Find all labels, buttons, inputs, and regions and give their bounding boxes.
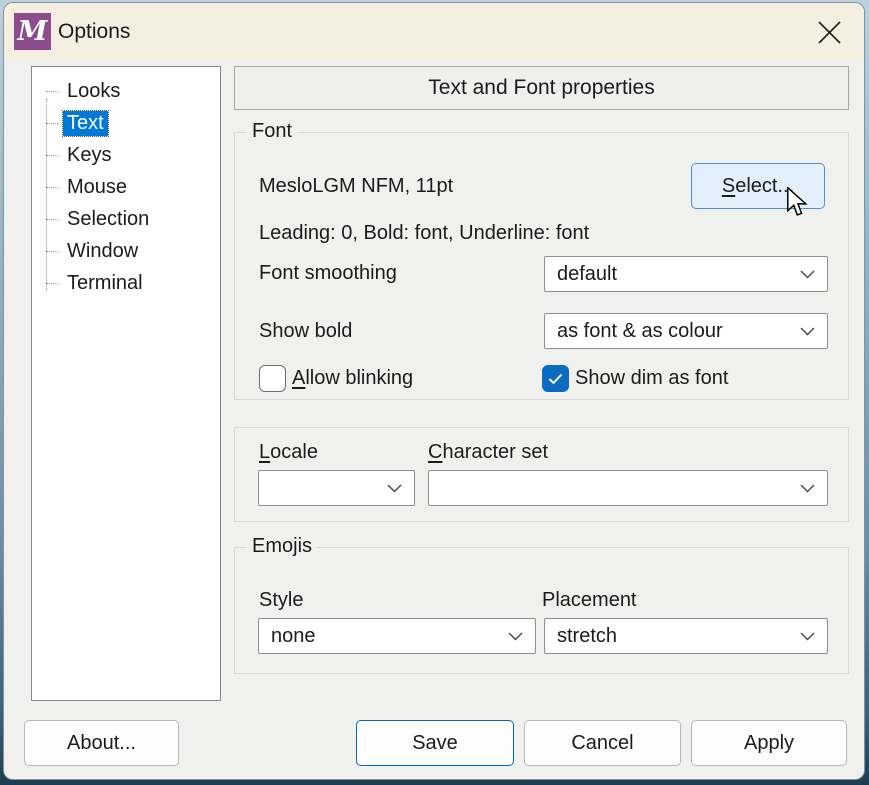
save-button[interactable]: Save [356,720,514,766]
pane-header: Text and Font properties [234,66,849,110]
close-button[interactable] [812,15,846,49]
dialog-body: Looks Text Keys Mouse Selection [4,60,864,779]
show-dim-row: Show dim as font [542,365,728,392]
font-select-button[interactable]: Select... [691,163,825,209]
apply-button[interactable]: Apply [691,720,847,766]
show-bold-select[interactable]: as font & as colour [544,313,828,349]
font-details-text: Leading: 0, Bold: font, Underline: font [259,222,589,245]
allow-blinking-label[interactable]: Allow blinking [292,367,413,390]
sidebar-item-mouse[interactable]: Mouse [32,171,220,203]
cancel-button[interactable]: Cancel [524,720,681,766]
show-dim-label[interactable]: Show dim as font [575,367,728,390]
chevron-down-icon [800,270,815,279]
sidebar-item-terminal[interactable]: Terminal [32,267,220,299]
sidebar-item-looks[interactable]: Looks [32,75,220,107]
tree-twig [46,91,58,92]
sidebar-item-text[interactable]: Text [32,107,220,139]
settings-panel: Text and Font properties Font MesloLGM N… [234,60,849,780]
locale-label: Locale [259,441,318,464]
tree-twig [46,251,58,252]
title-bar: M Options [4,3,864,60]
close-icon [818,21,841,44]
window-title: Options [58,20,130,44]
emoji-placement-select[interactable]: stretch [544,618,828,654]
emoji-placement-label: Placement [542,589,637,612]
font-smoothing-label: Font smoothing [259,262,397,285]
font-smoothing-select[interactable]: default [544,256,828,292]
sidebar-item-selection[interactable]: Selection [32,203,220,235]
emoji-group-legend: Emojis [247,535,317,558]
tree-twig [46,123,58,124]
font-group-legend: Font [247,120,297,143]
tree-twig [46,155,58,156]
allow-blinking-checkbox[interactable] [259,365,286,392]
mintty-logo-icon: M [14,13,51,50]
show-dim-checkbox[interactable] [542,365,569,392]
category-tree: Looks Text Keys Mouse Selection [31,66,221,701]
tree-twig [46,283,58,284]
options-dialog: M Options Looks Text [3,2,865,780]
chevron-down-icon [387,484,402,493]
charset-label: Character set [428,441,548,464]
locale-select[interactable] [258,470,415,506]
chevron-down-icon [800,484,815,493]
emoji-style-label: Style [259,589,303,612]
tree-line [46,99,47,291]
pane-title: Text and Font properties [428,76,654,100]
check-icon [548,373,563,385]
chevron-down-icon [800,632,815,641]
about-button[interactable]: About... [24,720,179,766]
charset-select[interactable] [428,470,828,506]
tree-twig [46,187,58,188]
sidebar-item-window[interactable]: Window [32,235,220,267]
chevron-down-icon [508,632,523,641]
font-name-text: MesloLGM NFM, 11pt [259,175,453,198]
chevron-down-icon [800,327,815,336]
sidebar-item-keys[interactable]: Keys [32,139,220,171]
show-bold-label: Show bold [259,320,352,343]
allow-blinking-row: Allow blinking [259,365,413,392]
tree-twig [46,219,58,220]
emoji-style-select[interactable]: none [258,618,536,654]
